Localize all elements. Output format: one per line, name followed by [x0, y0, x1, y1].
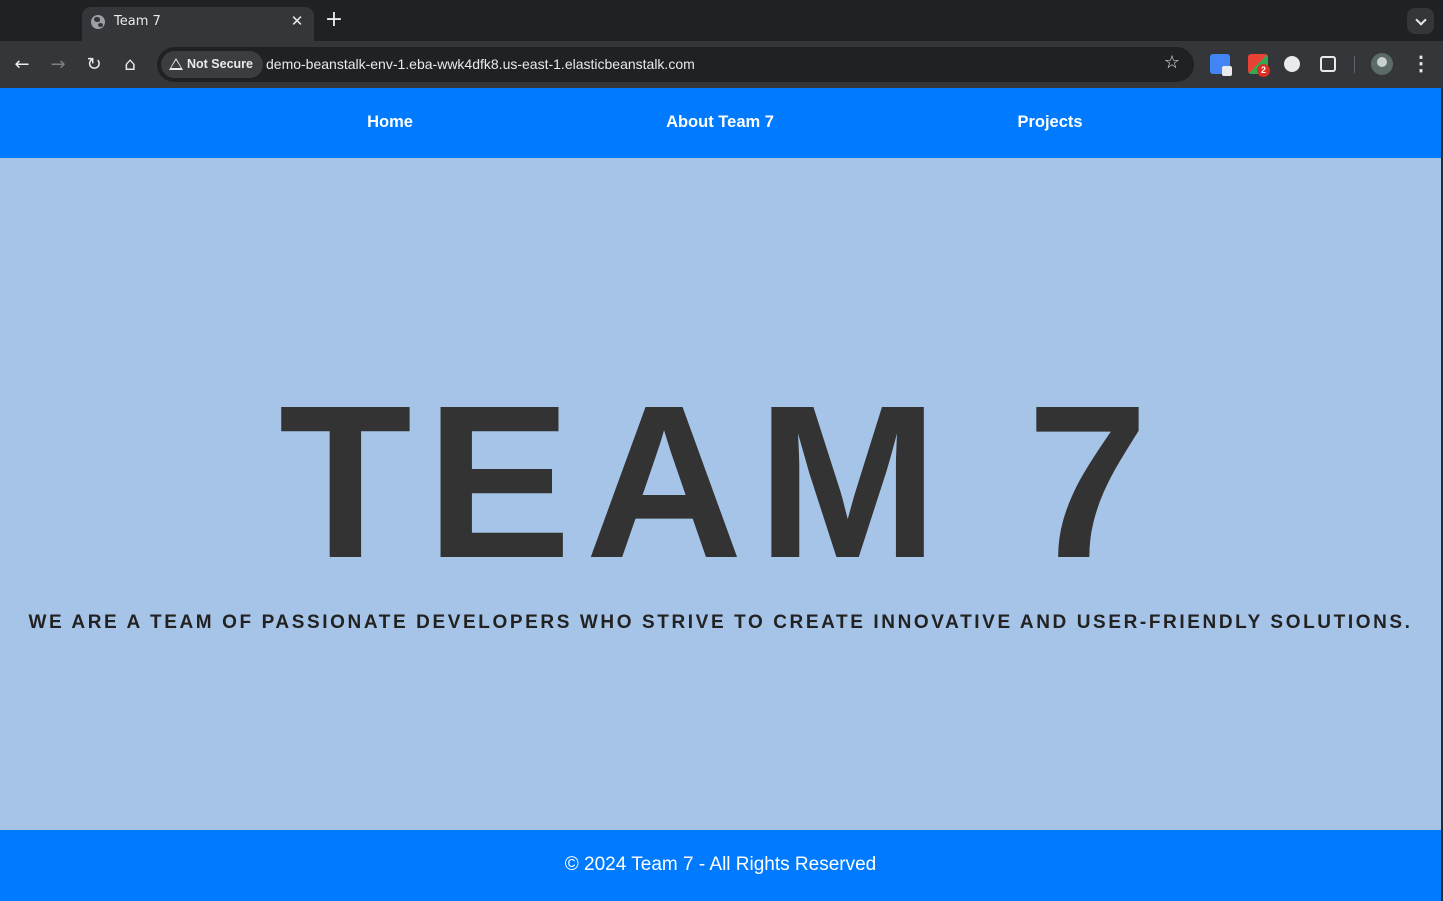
url-text[interactable]: demo-beanstalk-env-1.eba-wwk4dfk8.us-eas… — [266, 56, 695, 72]
web-page: Home About Team 7 Projects TEAM 7 WE ARE… — [0, 88, 1441, 901]
profile-avatar[interactable] — [1371, 53, 1393, 75]
translate-extension-icon[interactable] — [1210, 54, 1232, 76]
back-button[interactable]: ← — [10, 53, 34, 77]
nav-link-projects[interactable]: Projects — [1017, 113, 1082, 132]
reload-button[interactable]: ↻ — [82, 53, 106, 77]
hero-title: TEAM 7 — [278, 361, 1163, 604]
tab-search-button[interactable] — [1407, 8, 1434, 34]
warning-icon — [169, 58, 183, 70]
home-button[interactable]: ⌂ — [118, 53, 142, 77]
extensions-puzzle-icon[interactable] — [1320, 56, 1336, 72]
security-chip[interactable]: Not Secure — [161, 51, 263, 78]
close-tab-icon[interactable]: ✕ — [289, 13, 305, 29]
security-label: Not Secure — [187, 57, 253, 71]
tab-strip: Team 7 ✕ + — [0, 0, 1443, 41]
nav-link-home[interactable]: Home — [367, 113, 413, 132]
toolbar-divider — [1354, 56, 1355, 73]
bookmark-star-icon[interactable]: ☆ — [1164, 52, 1180, 73]
tab-title: Team 7 — [114, 14, 161, 29]
nav-link-about[interactable]: About Team 7 — [666, 113, 774, 132]
browser-toolbar: ← → ↻ ⌂ Not Secure demo-beanstalk-env-1.… — [0, 41, 1443, 88]
forward-button[interactable]: → — [46, 53, 70, 77]
extension-badge: 2 — [1257, 64, 1270, 77]
site-navbar: Home About Team 7 Projects — [0, 88, 1441, 158]
browser-menu-icon[interactable]: ⋮ — [1411, 53, 1431, 77]
address-bar[interactable]: Not Secure demo-beanstalk-env-1.eba-wwk4… — [157, 47, 1194, 82]
new-tab-button[interactable]: + — [324, 9, 344, 31]
hero-subtitle: WE ARE A TEAM OF PASSIONATE DEVELOPERS W… — [28, 612, 1413, 633]
globe-icon — [91, 15, 105, 29]
extension-icon[interactable]: 2 — [1248, 54, 1270, 77]
site-footer: © 2024 Team 7 - All Rights Reserved — [0, 830, 1441, 901]
extension-face-icon[interactable] — [1284, 56, 1300, 72]
browser-tab[interactable]: Team 7 ✕ — [82, 7, 314, 41]
